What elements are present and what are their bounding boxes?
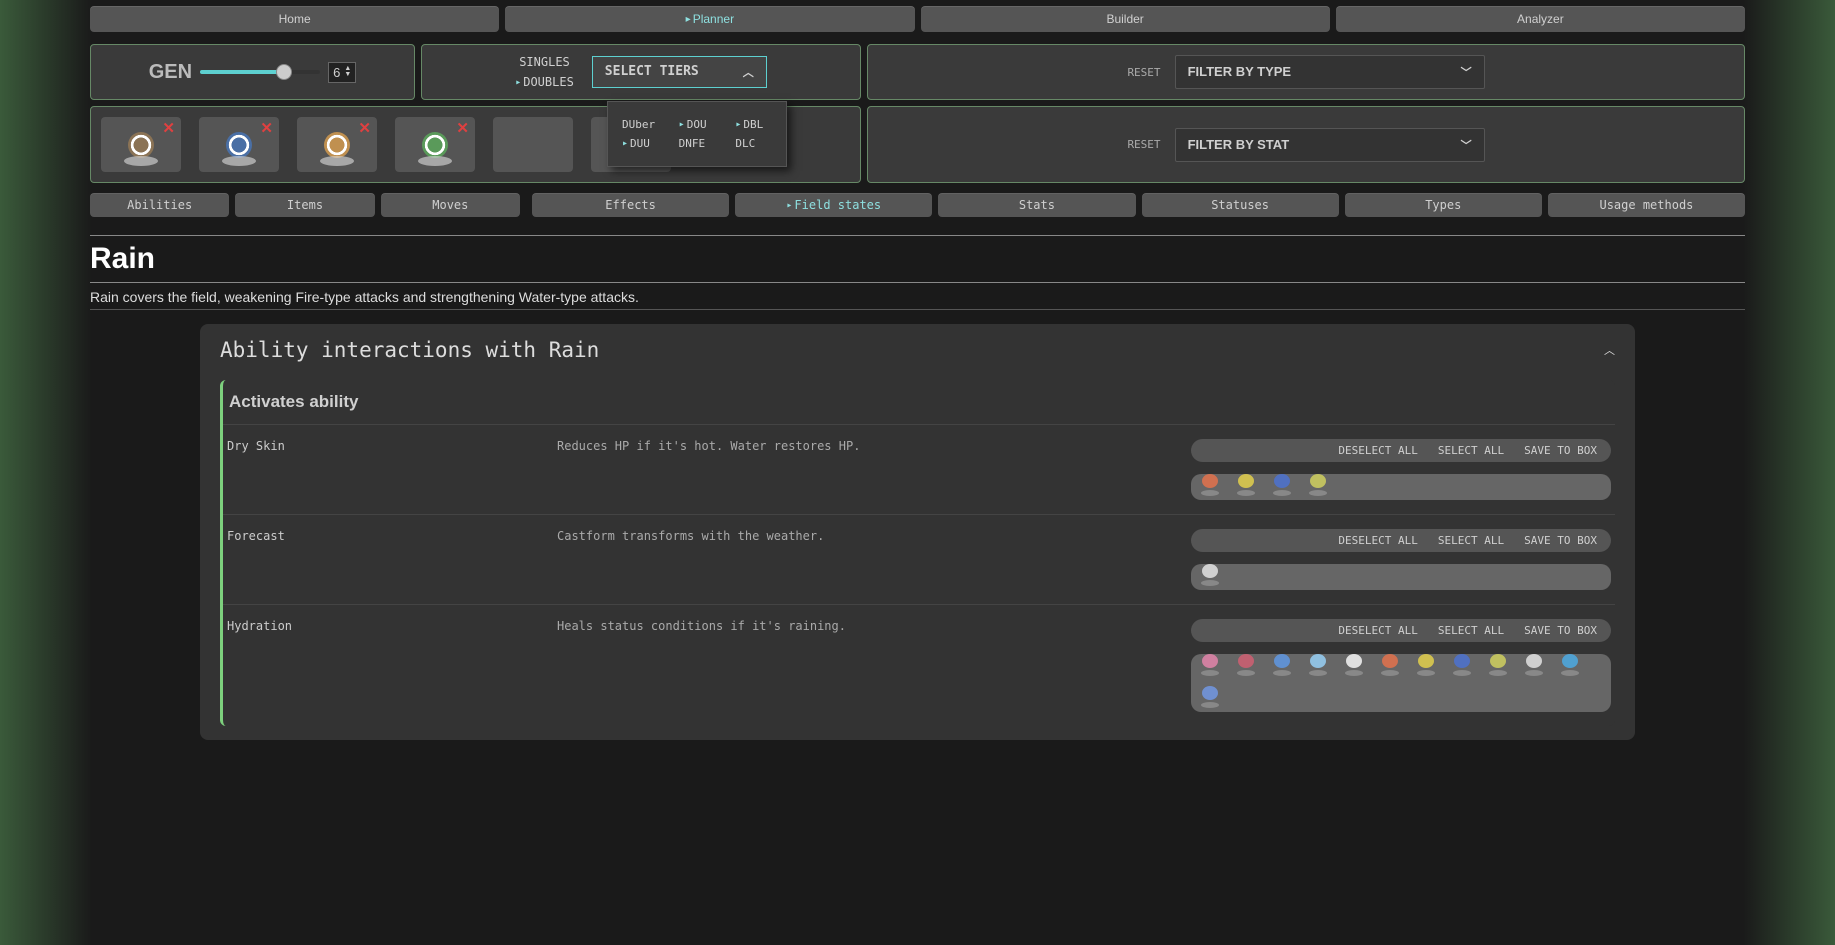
chevron-down-icon: ﹀ xyxy=(1461,137,1472,153)
pokemon-sprite[interactable] xyxy=(1307,478,1329,496)
ability-desc: Heals status conditions if it's raining. xyxy=(557,619,1171,712)
save-to-box-button[interactable]: SAVE TO BOX xyxy=(1524,534,1597,547)
nav-analyzer[interactable]: Analyzer xyxy=(1336,6,1745,32)
nav-planner[interactable]: Planner xyxy=(505,6,914,32)
tier-dbl[interactable]: DBL xyxy=(735,118,772,131)
reset-type-button[interactable]: RESET xyxy=(1127,66,1160,79)
select-tiers-dropdown[interactable]: SELECT TIERS︿ xyxy=(592,56,767,88)
pokemon-sprite[interactable] xyxy=(1415,658,1437,676)
button-bar: DESELECT ALL SELECT ALL SAVE TO BOX xyxy=(1191,439,1611,462)
ability-row: Dry Skin Reduces HP if it's hot. Water r… xyxy=(223,425,1615,514)
pokemon-sprite[interactable] xyxy=(1559,658,1581,676)
pokemon-sprite[interactable] xyxy=(1271,658,1293,676)
page-title: Rain xyxy=(90,242,1745,276)
filter-type-panel: RESET FILTER BY TYPE﹀ xyxy=(867,44,1745,100)
nav-home[interactable]: Home xyxy=(90,6,499,32)
save-to-box-button[interactable]: SAVE TO BOX xyxy=(1524,444,1597,457)
chevron-up-icon: ︿ xyxy=(743,64,754,80)
tier-dou[interactable]: DOU xyxy=(679,118,716,131)
pokemon-list xyxy=(1191,654,1611,712)
save-to-box-button[interactable]: SAVE TO BOX xyxy=(1524,624,1597,637)
select-all-button[interactable]: SELECT ALL xyxy=(1438,624,1504,637)
ability-desc: Reduces HP if it's hot. Water restores H… xyxy=(557,439,1171,500)
filter-stat-panel: RESET FILTER BY STAT﹀ xyxy=(867,106,1745,183)
ability-name[interactable]: Hydration xyxy=(227,619,537,712)
pokemon-sprite[interactable] xyxy=(1379,658,1401,676)
section-title: Ability interactions with Rain xyxy=(220,338,599,362)
pokemon-sprite[interactable] xyxy=(1235,478,1257,496)
remove-icon[interactable]: ✕ xyxy=(260,119,273,137)
pokemon-sprite[interactable] xyxy=(1199,568,1221,586)
gen-number-input[interactable]: 6▲▼ xyxy=(328,62,356,83)
subnav-usage[interactable]: Usage methods xyxy=(1548,193,1745,217)
pokemon-sprite[interactable] xyxy=(1343,658,1365,676)
button-bar: DESELECT ALL SELECT ALL SAVE TO BOX xyxy=(1191,619,1611,642)
pokemon-sprite[interactable] xyxy=(1235,658,1257,676)
remove-icon[interactable]: ✕ xyxy=(456,119,469,137)
tier-dnfe[interactable]: DNFE xyxy=(679,137,716,150)
pokemon-sprite[interactable] xyxy=(1523,658,1545,676)
gen-slider[interactable] xyxy=(200,70,320,74)
singles-button[interactable]: SINGLES xyxy=(519,55,570,69)
slider-thumb[interactable] xyxy=(276,64,292,80)
team-slot-5[interactable] xyxy=(493,117,573,172)
button-bar: DESELECT ALL SELECT ALL SAVE TO BOX xyxy=(1191,529,1611,552)
pokemon-sprite[interactable] xyxy=(1271,478,1293,496)
pokemon-sprite[interactable] xyxy=(1451,658,1473,676)
team-slot-1[interactable]: ✕ xyxy=(101,117,181,172)
deselect-all-button[interactable]: DESELECT ALL xyxy=(1338,444,1417,457)
subnav-items[interactable]: Items xyxy=(235,193,374,217)
tier-dlc[interactable]: DLC xyxy=(735,137,772,150)
doubles-button[interactable]: DOUBLES xyxy=(515,75,574,89)
page-description: Rain covers the field, weakening Fire-ty… xyxy=(90,289,1745,310)
ability-name[interactable]: Dry Skin xyxy=(227,439,537,500)
subnav-moves[interactable]: Moves xyxy=(381,193,520,217)
pokemon-sprite[interactable] xyxy=(1487,658,1509,676)
pokemon-list xyxy=(1191,564,1611,590)
pokemon-sprite[interactable] xyxy=(1199,478,1221,496)
page-title-block: Rain xyxy=(90,235,1745,283)
deselect-all-button[interactable]: DESELECT ALL xyxy=(1338,534,1417,547)
ability-row: Hydration Heals status conditions if it'… xyxy=(223,604,1615,726)
pokemon-list xyxy=(1191,474,1611,500)
spinner-icon[interactable]: ▲▼ xyxy=(344,66,351,78)
collapse-icon[interactable]: ︿ xyxy=(1604,342,1615,358)
pokemon-sprite[interactable] xyxy=(1199,658,1221,676)
team-slot-2[interactable]: ✕ xyxy=(199,117,279,172)
team-slot-4[interactable]: ✕ xyxy=(395,117,475,172)
chevron-down-icon: ﹀ xyxy=(1461,64,1472,80)
pokemon-sprite[interactable] xyxy=(1199,690,1221,708)
filter-stat-select[interactable]: FILTER BY STAT﹀ xyxy=(1175,128,1485,162)
filter-type-select[interactable]: FILTER BY TYPE﹀ xyxy=(1175,55,1485,89)
section-ability-interactions: Ability interactions with Rain ︿ Activat… xyxy=(200,324,1635,740)
subnav-statuses[interactable]: Statuses xyxy=(1142,193,1339,217)
tier-duber[interactable]: DUber xyxy=(622,118,659,131)
subsection-activates: Activates ability Dry Skin Reduces HP if… xyxy=(220,380,1615,726)
select-all-button[interactable]: SELECT ALL xyxy=(1438,534,1504,547)
subnav-types[interactable]: Types xyxy=(1345,193,1542,217)
nav-builder[interactable]: Builder xyxy=(921,6,1330,32)
ability-row: Forecast Castform transforms with the we… xyxy=(223,514,1615,604)
deselect-all-button[interactable]: DESELECT ALL xyxy=(1338,624,1417,637)
select-all-button[interactable]: SELECT ALL xyxy=(1438,444,1504,457)
ability-name[interactable]: Forecast xyxy=(227,529,537,590)
team-slot-3[interactable]: ✕ xyxy=(297,117,377,172)
reset-stat-button[interactable]: RESET xyxy=(1127,138,1160,151)
pokemon-sprite[interactable] xyxy=(1307,658,1329,676)
ability-desc: Castform transforms with the weather. xyxy=(557,529,1171,590)
subnav-abilities[interactable]: Abilities xyxy=(90,193,229,217)
gen-label: GEN xyxy=(149,61,192,84)
subnav-stats[interactable]: Stats xyxy=(938,193,1135,217)
gen-panel: GEN 6▲▼ xyxy=(90,44,415,100)
remove-icon[interactable]: ✕ xyxy=(162,119,175,137)
format-panel: SINGLES DOUBLES SELECT TIERS︿ DUber DOU … xyxy=(421,44,861,100)
subnav-effects[interactable]: Effects xyxy=(532,193,729,217)
tier-dropdown-menu: DUber DOU DBL DUU DNFE DLC xyxy=(607,101,787,167)
tier-duu[interactable]: DUU xyxy=(622,137,659,150)
subsection-title: Activates ability xyxy=(223,380,1615,425)
subnav-fieldstates[interactable]: Field states xyxy=(735,193,932,217)
remove-icon[interactable]: ✕ xyxy=(358,119,371,137)
